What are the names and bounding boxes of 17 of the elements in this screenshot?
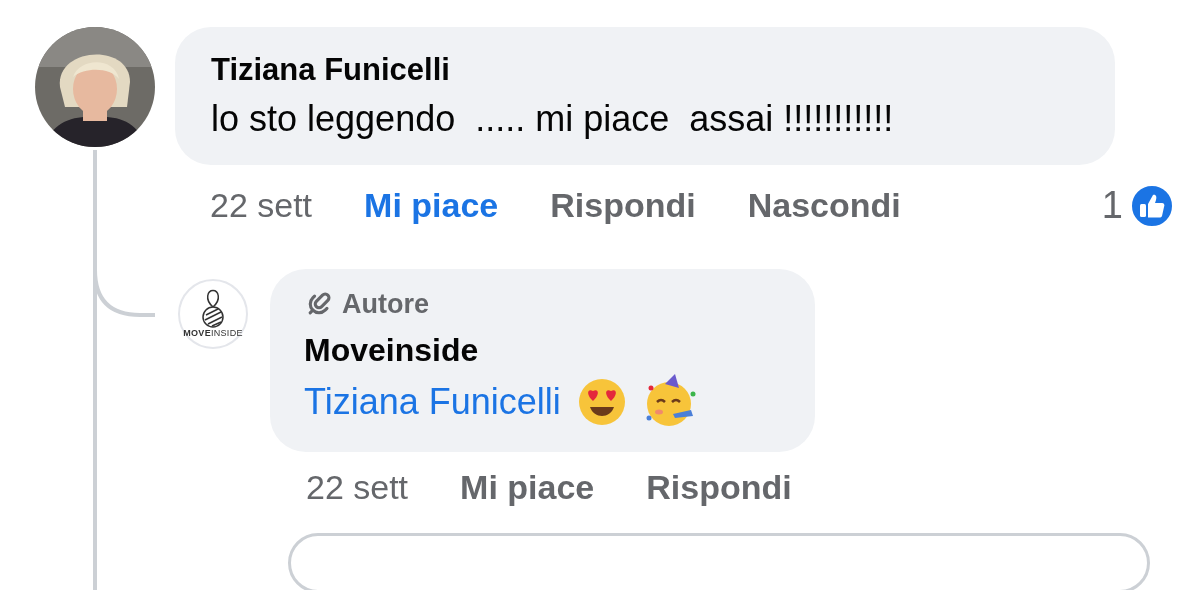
comment-time: 22 sett (210, 186, 313, 226)
comment-time: 22 sett (306, 467, 409, 507)
comment-text: lo sto leggendo ..... mi piace assai !!!!!!!!!!! (211, 96, 895, 141)
comment-field[interactable] (288, 532, 1150, 590)
mention-link[interactable]: Tiziana Funicelli (304, 380, 561, 423)
reply-link[interactable]: Rispondi (550, 186, 696, 226)
logo-text: MOVEINSIDE (183, 329, 243, 339)
logo-drawing (200, 289, 226, 330)
heart-eyes-emoji-icon (576, 376, 627, 427)
author-name: Tiziana Funicelli (211, 51, 451, 89)
hide-link[interactable]: Nascondi (747, 186, 901, 226)
reaction-count: 1 (1101, 184, 1123, 228)
like-link[interactable]: Mi piace (460, 467, 595, 507)
like-link[interactable]: Mi piace (364, 186, 499, 226)
author-label: Autore (342, 288, 429, 320)
reply-link[interactable]: Rispondi (646, 467, 792, 507)
author-name: Moveinside (304, 330, 480, 370)
